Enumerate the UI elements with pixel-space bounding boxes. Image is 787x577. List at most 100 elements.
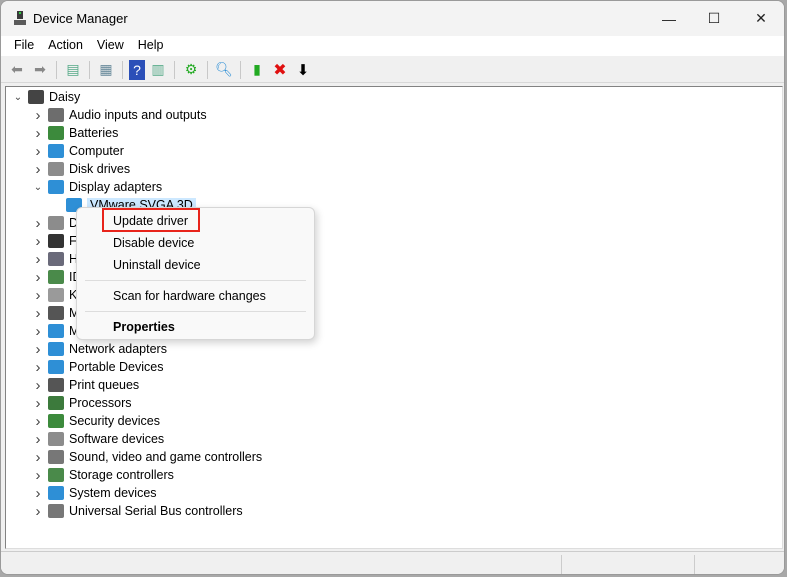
show-action-pane-icon[interactable]: ▥ [148, 60, 168, 80]
show-hide-console-tree-icon[interactable]: ▤ [63, 60, 83, 80]
chevron-right-icon[interactable]: › [32, 269, 44, 286]
menu-file[interactable]: File [7, 36, 41, 56]
chevron-right-icon[interactable]: › [32, 359, 44, 376]
chevron-right-icon[interactable]: › [32, 377, 44, 394]
tree-item[interactable]: › Software devices [32, 430, 165, 448]
window-title: Device Manager [33, 11, 128, 26]
maximize-button[interactable]: ☐ [691, 1, 737, 36]
tree-item[interactable]: › Portable Devices [32, 358, 164, 376]
menu-item-properties[interactable]: Properties [113, 320, 175, 334]
update-driver-icon[interactable]: ⚙ [181, 60, 201, 80]
close-button[interactable]: ✕ [738, 1, 784, 36]
menu-view[interactable]: View [90, 36, 131, 56]
tree-item-label: Universal Serial Bus controllers [69, 504, 243, 518]
tree-item[interactable]: › Storage controllers [32, 466, 174, 484]
device-category-icon [48, 504, 64, 518]
chevron-right-icon[interactable]: › [32, 287, 44, 304]
tree-item[interactable]: › Security devices [32, 412, 161, 430]
back-icon[interactable]: ⬅ [7, 60, 27, 80]
tree-item[interactable]: ›ID [32, 268, 82, 286]
chevron-right-icon[interactable]: › [32, 341, 44, 358]
chevron-right-icon[interactable]: › [32, 449, 44, 466]
menu-item-scan-hardware[interactable]: Scan for hardware changes [113, 289, 266, 303]
chevron-right-icon[interactable]: › [32, 125, 44, 142]
chevron-right-icon[interactable]: › [32, 107, 44, 124]
chevron-right-icon[interactable]: › [32, 161, 44, 178]
toolbar: ⬅ ➡ ▤ ▦ ? ▥ ⚙ 🔍︎ ▮ ✖ ⬇ [1, 57, 784, 83]
tree-item[interactable]: › H [32, 250, 79, 268]
device-manager-app-icon [14, 11, 26, 25]
chevron-right-icon[interactable]: › [32, 305, 44, 322]
tree-item[interactable]: › M [32, 304, 80, 322]
tree-item[interactable]: ⌄ Display adapters [32, 178, 162, 196]
device-category-icon [48, 252, 64, 266]
chevron-right-icon[interactable]: › [32, 485, 44, 502]
menu-separator [85, 280, 306, 281]
chevron-right-icon[interactable]: › [32, 215, 44, 232]
tree-item[interactable]: › Print queues [32, 376, 140, 394]
tree-item-label: Sound, video and game controllers [69, 450, 263, 464]
tree-item[interactable]: › D [32, 214, 79, 232]
tree-item-label: Storage controllers [69, 468, 174, 482]
device-category-icon [48, 486, 64, 500]
chevron-down-icon[interactable]: ⌄ [12, 92, 24, 103]
chevron-right-icon[interactable]: › [32, 467, 44, 484]
help-icon[interactable]: ? [129, 59, 145, 80]
device-category-icon [48, 414, 64, 428]
minimize-button[interactable]: — [646, 1, 692, 36]
menu-item-disable-device[interactable]: Disable device [113, 236, 194, 250]
tree-item[interactable]: › System devices [32, 484, 157, 502]
tree-item-label: Disk drives [69, 162, 131, 176]
scan-hardware-icon[interactable]: 🔍︎ [214, 60, 234, 80]
menu-bar: File Action View Help [1, 36, 784, 56]
tree-item[interactable]: › Computer [32, 142, 124, 160]
chevron-right-icon[interactable]: › [32, 395, 44, 412]
chevron-right-icon[interactable]: › [32, 251, 44, 268]
device-category-icon [48, 126, 64, 140]
forward-icon[interactable]: ➡ [30, 60, 50, 80]
tree-item[interactable]: › Audio inputs and outputs [32, 106, 207, 124]
device-category-icon [48, 378, 64, 392]
chevron-right-icon[interactable]: › [32, 503, 44, 520]
tree-item-label: Print queues [69, 378, 140, 392]
menu-action[interactable]: Action [41, 36, 90, 56]
chevron-right-icon[interactable]: › [32, 413, 44, 430]
tree-item-label: Computer [69, 144, 124, 158]
device-category-icon [28, 90, 44, 104]
tree-item-label: Batteries [69, 126, 119, 140]
tree-item[interactable]: › Batteries [32, 124, 119, 142]
device-category-icon [48, 468, 64, 482]
tree-item[interactable]: › Network adapters [32, 340, 167, 358]
chevron-right-icon[interactable]: › [32, 143, 44, 160]
menu-item-uninstall-device[interactable]: Uninstall device [113, 258, 201, 272]
device-category-icon [48, 432, 64, 446]
tree-item[interactable]: › K [32, 286, 78, 304]
tree-item[interactable]: › Universal Serial Bus controllers [32, 502, 243, 520]
uninstall-device-icon[interactable]: ✖ [270, 60, 290, 80]
disable-device-icon[interactable]: ⬇ [293, 60, 313, 80]
tree-item[interactable]: › Sound, video and game controllers [32, 448, 263, 466]
tree-item-label: Network adapters [69, 342, 167, 356]
title-bar: Device Manager — ☐ ✕ [1, 1, 784, 36]
tree-item[interactable]: › Disk drives [32, 160, 131, 178]
chevron-down-icon[interactable]: ⌄ [32, 182, 44, 193]
device-category-icon [48, 396, 64, 410]
tree-item-label: Display adapters [69, 180, 163, 194]
tree-root[interactable]: ⌄ Daisy [12, 88, 80, 106]
menu-help[interactable]: Help [131, 36, 171, 56]
chevron-right-icon[interactable]: › [32, 431, 44, 448]
device-category-icon [48, 270, 64, 284]
tree-item[interactable]: › Processors [32, 394, 132, 412]
tree-item[interactable]: › Fi [32, 232, 80, 250]
device-category-icon [48, 342, 64, 356]
tree-item-label: Portable Devices [69, 360, 164, 374]
device-category-icon [48, 450, 64, 464]
device-category-icon [48, 216, 64, 230]
tree-item-label: Daisy [49, 90, 81, 104]
tree-item-label: Security devices [69, 414, 161, 428]
properties-icon[interactable]: ▦ [96, 60, 116, 80]
chevron-right-icon[interactable]: › [32, 323, 44, 340]
chevron-right-icon[interactable]: › [32, 233, 44, 250]
tree-item[interactable]: › M [32, 322, 80, 340]
enable-device-icon[interactable]: ▮ [247, 60, 267, 80]
